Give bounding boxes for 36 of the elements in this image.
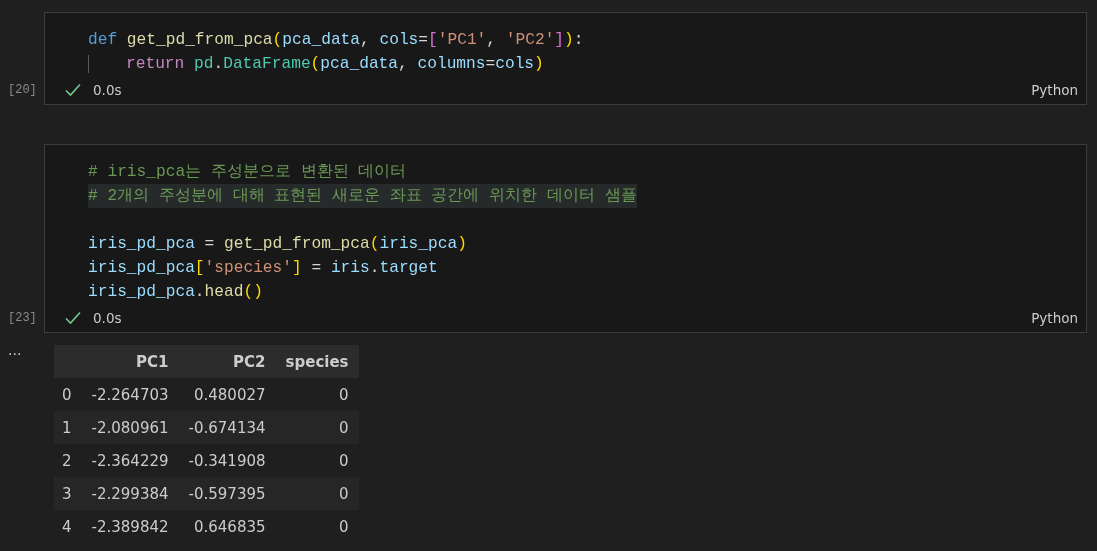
header-cell: PC2 — [178, 345, 276, 379]
header-cell: species — [275, 345, 359, 379]
language-label[interactable]: Python — [1031, 79, 1078, 101]
table-cell: 1 — [54, 411, 82, 445]
table-cell: -2.264703 — [81, 378, 179, 412]
table-cell: -0.674134 — [178, 411, 276, 445]
code-line: return pd.DataFrame(pca_data, columns=cols) — [88, 52, 1086, 76]
table-cell: 0 — [54, 378, 82, 412]
table-cell: 0 — [275, 378, 359, 412]
code-line: def get_pd_from_pca(pca_data, cols=['PC1', 'PC2']): — [88, 30, 585, 51]
execution-count: [23] — [8, 310, 37, 328]
table-cell: 0.480027 — [178, 378, 276, 412]
code-line: iris_pd_pca = get_pd_from_pca(iris_pca) — [88, 234, 468, 256]
execution-count: [20] — [8, 82, 37, 99]
execution-time: 0.0s — [93, 309, 122, 329]
table-cell: 0 — [275, 411, 359, 445]
table-cell: -0.597395 — [178, 477, 276, 511]
more-icon[interactable]: ... — [0, 345, 54, 544]
execution-time: 0.0s — [93, 80, 122, 100]
table-cell: -2.364229 — [81, 444, 179, 478]
table-cell: -0.341908 — [178, 444, 276, 478]
code-line: iris_pd_pca.head() — [88, 282, 264, 304]
header-cell: PC1 — [81, 345, 179, 379]
table-cell: -2.080961 — [81, 411, 179, 445]
table-cell: 3 — [54, 477, 82, 511]
language-label[interactable]: Python — [1031, 308, 1078, 329]
code-line: iris_pd_pca['species'] = iris.target — [88, 258, 439, 280]
table-cell: 4 — [54, 510, 82, 544]
table-cell: -2.389842 — [81, 510, 179, 544]
table-cell: 0 — [275, 510, 359, 544]
table-cell: 0 — [275, 477, 359, 511]
table-cell: 0 — [275, 444, 359, 478]
table-cell: 2 — [54, 444, 82, 478]
table-cell: -2.299384 — [81, 477, 179, 511]
table-cell: 0.646835 — [178, 510, 276, 544]
code-line: # iris_pca는 주성분으로 변환된 데이터 — [88, 162, 408, 183]
